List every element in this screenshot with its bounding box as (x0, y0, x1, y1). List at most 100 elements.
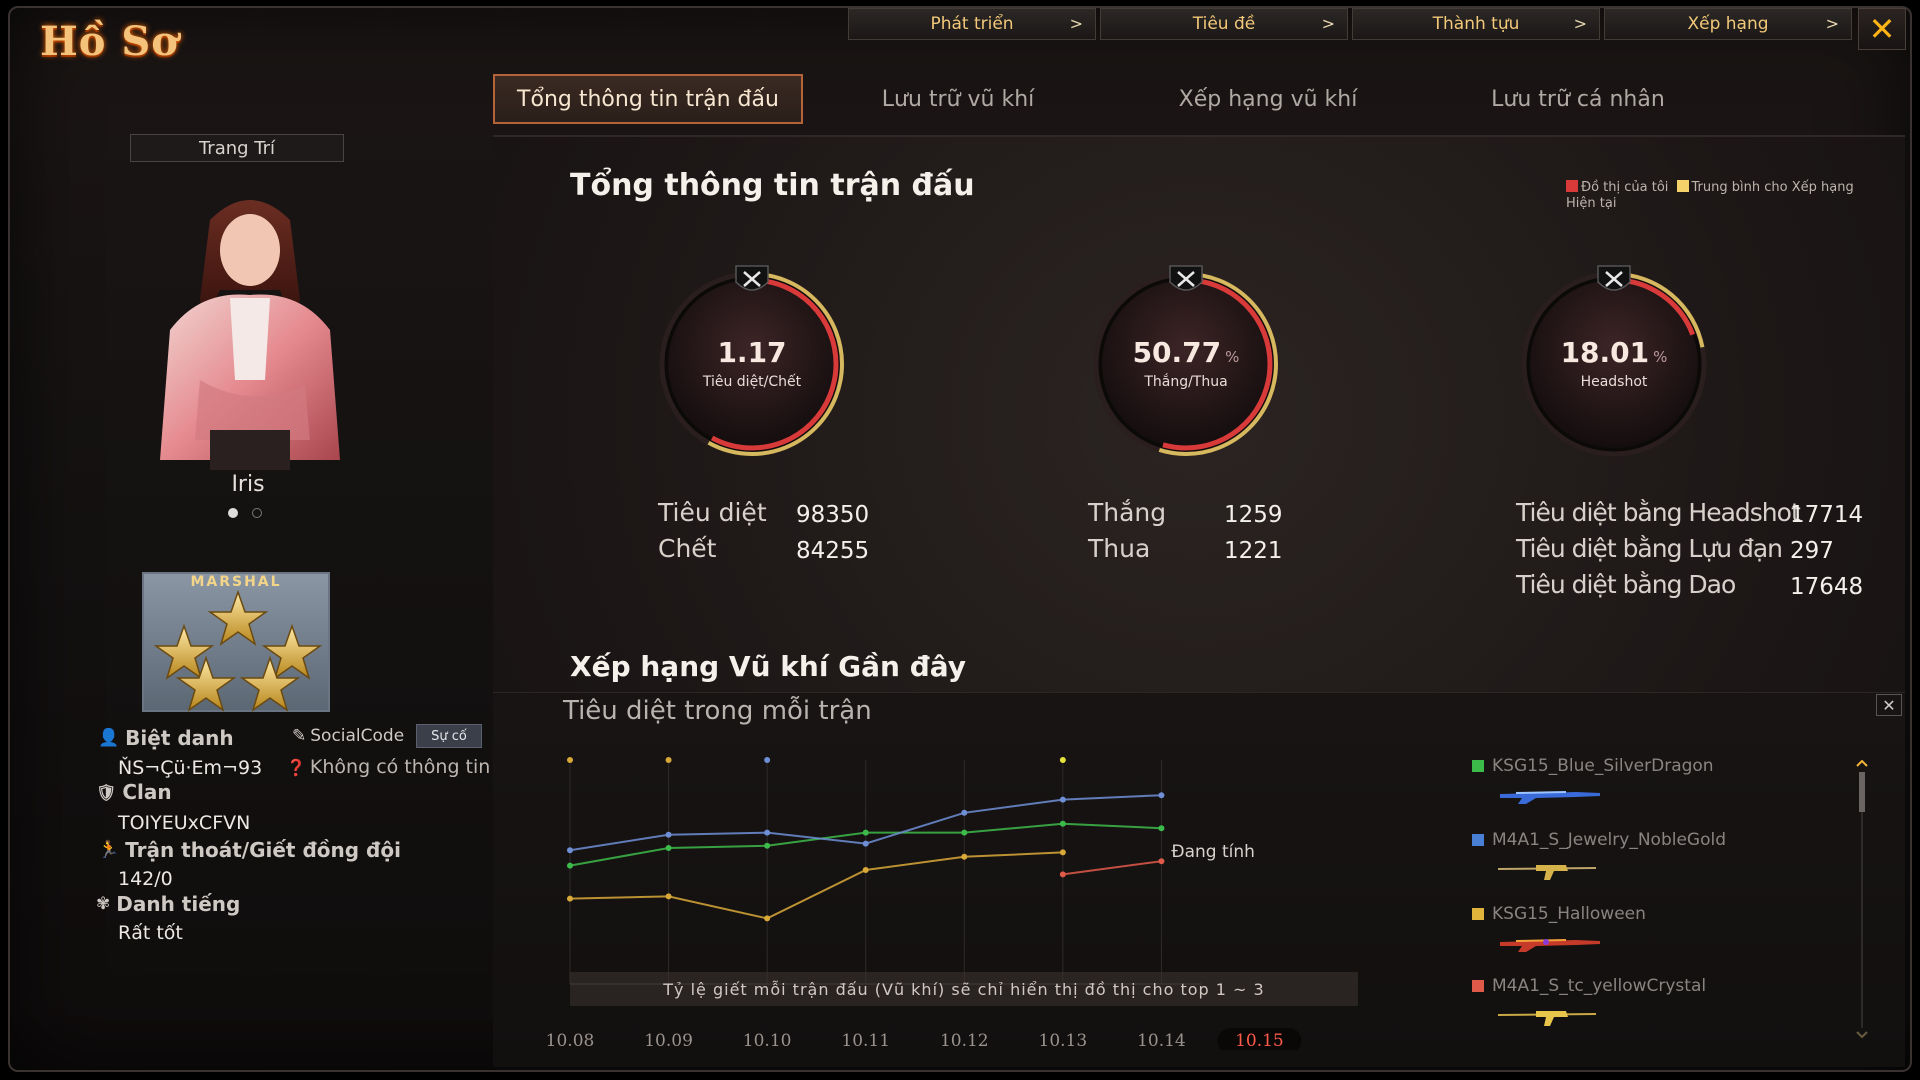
data-point (1059, 849, 1066, 856)
win-rate-value: 50.77% (1086, 336, 1286, 369)
data-point (862, 867, 869, 873)
death-label: Chết (658, 534, 717, 563)
data-point (665, 831, 672, 838)
headshot-caption: Headshot (1580, 374, 1648, 390)
top-menu-ranking[interactable]: Xếp hạng > (1604, 8, 1852, 40)
chevron-right-icon: > (1321, 14, 1335, 33)
chart-close-button[interactable]: ✕ (1876, 694, 1902, 716)
legend-swatch (1472, 760, 1484, 772)
kd-caption: Tiêu diệt/Chết (702, 374, 802, 390)
weapon-legend-item[interactable]: KSG15_Halloween (1472, 904, 1646, 924)
chevron-right-icon: > (1069, 14, 1083, 33)
nickname-label-text: Biệt danh (125, 726, 234, 750)
tab-weapon-ranking[interactable]: Xếp hạng vũ khí (1113, 74, 1423, 124)
chart-subtitle: Tiêu diệt trong mỗi trận (563, 696, 872, 726)
no-info-text: Không có thông tin (309, 756, 491, 778)
data-point (567, 847, 573, 854)
carousel-dot[interactable] (228, 508, 238, 518)
pending-label: Đang tính (1171, 842, 1255, 862)
close-icon: ✕ (1882, 695, 1896, 715)
chart-marker (567, 757, 573, 763)
grenade-kill-value: 297 (1790, 538, 1834, 564)
shield-icon: 🛡 (96, 782, 117, 802)
clan-value: TOIYEUxCFVN (118, 812, 251, 834)
section-title: Tổng thông tin trận đấu (570, 168, 975, 203)
data-point (764, 829, 771, 836)
top-menu-label: Phát triển (930, 14, 1014, 34)
data-point (961, 853, 968, 860)
headshot-kill-label: Tiêu diệt bằng Headshot (1516, 498, 1801, 527)
user-icon: 👤 (98, 728, 120, 748)
tab-weapon-archive[interactable]: Lưu trữ vũ khí (803, 74, 1113, 124)
leaf-icon: ✎ (292, 726, 307, 746)
nickname-label: 👤 Biệt danh (98, 726, 234, 750)
tab-personal-archive[interactable]: Lưu trữ cá nhân (1423, 74, 1733, 124)
data-point (1158, 825, 1165, 832)
report-button[interactable]: Sự cố (416, 724, 482, 748)
weapon-ranking-title: Xếp hạng Vũ khí Gần đây (570, 650, 967, 683)
reputation-label-text: Danh tiếng (116, 892, 241, 916)
data-point (567, 862, 573, 869)
legend-swatch (1472, 908, 1484, 920)
nickname-value: ŇS¬Çü·Em¬93 (118, 757, 263, 779)
weapon-name: KSG15_Halloween (1492, 904, 1646, 924)
headshot-number: 18.01 (1560, 336, 1650, 369)
data-point (764, 915, 771, 922)
death-value: 84255 (796, 538, 870, 564)
x-tick-label[interactable]: 10.14 (1137, 1031, 1186, 1050)
x-tick-label[interactable]: 10.15 (1235, 1031, 1284, 1050)
legend-scrollbar[interactable] (1856, 760, 1868, 1040)
weapon-legend-item[interactable]: KSG15_Blue_SilverDragon (1472, 756, 1714, 776)
grenade-kill-label: Tiêu diệt bằng Lựu đạn (1516, 534, 1783, 563)
win-rate-caption: Thắng/Thua (1144, 374, 1228, 390)
top-menu-title[interactable]: Tiêu đề > (1100, 8, 1348, 40)
weapon-legend-item[interactable]: M4A1_S_tc_yellowCrystal (1472, 976, 1706, 996)
win-label: Thắng (1088, 498, 1167, 527)
headshot-value: 18.01% (1514, 336, 1714, 369)
top-menu: Phát triển > Tiêu đề > Thành tựu > Xếp h… (848, 8, 1852, 40)
x-tick-label[interactable]: 10.11 (841, 1031, 890, 1050)
decor-button[interactable]: Trang Trí (130, 134, 344, 162)
weapon-name: M4A1_S_Jewelry_NobleGold (1492, 830, 1727, 850)
win-rate-number: 50.77 (1132, 336, 1222, 369)
weapon-legend-item[interactable]: M4A1_S_Jewelry_NobleGold (1472, 830, 1726, 850)
chevron-right-icon: > (1825, 14, 1839, 33)
top-menu-development[interactable]: Phát triển > (848, 8, 1096, 40)
rifle-yellow-crystal-icon (1498, 1011, 1596, 1026)
close-button[interactable]: ✕ (1858, 8, 1906, 50)
data-point (1158, 858, 1165, 865)
chart-marker (1059, 757, 1066, 763)
reputation-value: Rất tốt (118, 922, 183, 944)
data-point (1059, 871, 1066, 878)
lose-label: Thua (1088, 534, 1151, 563)
legend-mine: Đồ thị của tôi (1581, 180, 1669, 195)
page-title: Hồ Sơ (40, 18, 179, 65)
x-tick-label[interactable]: 10.12 (940, 1031, 989, 1050)
win-value: 1259 (1224, 502, 1283, 528)
shotgun-blue-icon (1500, 791, 1600, 804)
clan-label-text: Clan (122, 780, 172, 804)
rifle-gold-icon (1498, 865, 1596, 880)
social-info: ❓ Không có thông tin (286, 756, 490, 778)
top-menu-achievements[interactable]: Thành tựu > (1352, 8, 1600, 40)
tab-match-summary[interactable]: Tổng thông tin trận đấu (493, 74, 803, 124)
x-tick-label[interactable]: 10.10 (743, 1031, 792, 1050)
x-tick-label[interactable]: 10.09 (644, 1031, 693, 1050)
data-point (665, 893, 672, 900)
top-menu-label: Xếp hạng (1687, 14, 1769, 34)
laurel-icon: ✾ (96, 894, 111, 914)
legend-swatch-avg (1676, 180, 1689, 192)
top-menu-label: Thành tựu (1432, 14, 1520, 34)
five-stars-icon (153, 589, 323, 712)
data-point (764, 842, 771, 849)
legend-swatch-mine (1566, 180, 1578, 192)
carousel-dot[interactable] (252, 508, 262, 518)
kd-value: 1.17 (652, 336, 852, 369)
lose-value: 1221 (1224, 538, 1283, 564)
chevron-right-icon: > (1573, 14, 1587, 33)
skull-crossed-guns-icon (735, 265, 769, 291)
x-tick-label[interactable]: 10.13 (1039, 1031, 1088, 1050)
x-tick-label[interactable]: 10.08 (546, 1031, 595, 1050)
carousel-dots (228, 508, 262, 518)
legend-swatch (1472, 834, 1484, 846)
